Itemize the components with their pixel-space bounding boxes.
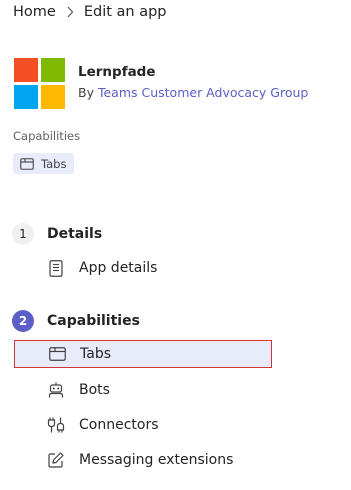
breadcrumb-home-link[interactable]: Home [13,4,56,20]
publisher-link[interactable]: Teams Customer Advocacy Group [98,85,308,100]
nav-item-label: Connectors [79,417,159,433]
nav-item-app-details[interactable]: App details [14,254,272,282]
nav-item-label: App details [79,260,158,276]
edit-app-panel: Home Edit an app Lernpfade By Teams Cust… [0,0,351,490]
plug-icon [47,416,65,434]
chevron-right-icon [66,6,74,18]
breadcrumb: Home Edit an app [13,4,167,20]
app-meta: Lernpfade By Teams Customer Advocacy Gro… [78,58,308,100]
nav-item-tabs[interactable]: Tabs [14,340,272,368]
capabilities-summary-label: Capabilities [13,129,81,143]
tab-icon [48,345,66,363]
nav-item-connectors[interactable]: Connectors [14,411,272,439]
app-name: Lernpfade [78,64,156,80]
nav-item-bots[interactable]: Bots [14,376,272,404]
nav-item-messaging-extensions[interactable]: Messaging extensions [14,446,272,474]
step-number: 2 [12,310,34,332]
by-prefix: By [78,85,94,100]
app-publisher-line: By Teams Customer Advocacy Group [78,85,308,100]
nav-item-label: Messaging extensions [79,452,234,468]
app-logo [14,58,66,110]
logo-square-green [41,58,65,82]
app-header: Lernpfade By Teams Customer Advocacy Gro… [14,58,308,110]
step-capabilities[interactable]: 2 Capabilities [12,310,140,332]
step-number: 1 [12,223,34,245]
logo-square-blue [14,85,38,109]
edit-icon [47,451,65,469]
breadcrumb-current: Edit an app [83,4,167,20]
nav-item-label: Bots [79,382,110,398]
chip-label: Tabs [41,156,67,171]
step-details[interactable]: 1 Details [12,223,102,245]
logo-square-yellow [41,85,65,109]
capability-chip-tabs: Tabs [13,153,75,174]
tab-icon [20,157,34,170]
nav-item-label: Tabs [80,346,111,362]
step-title: Details [47,226,103,242]
bot-icon [47,381,65,399]
logo-square-red [14,58,38,82]
step-title: Capabilities [47,313,140,329]
document-icon [47,259,65,277]
